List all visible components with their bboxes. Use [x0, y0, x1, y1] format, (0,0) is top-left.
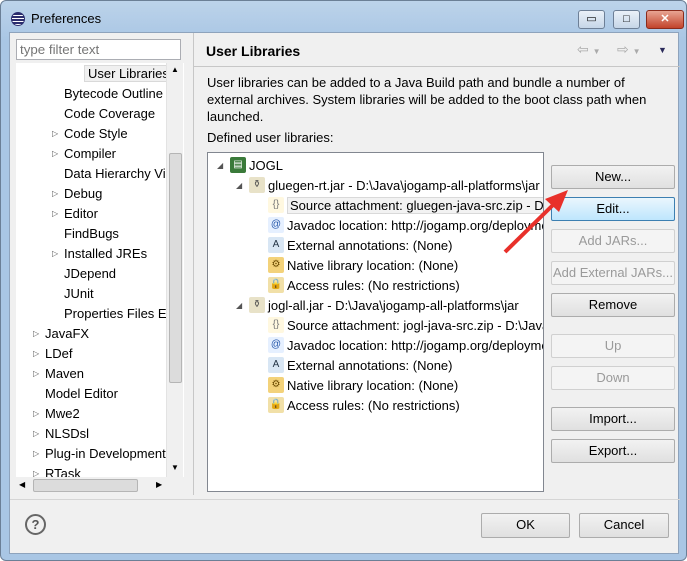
annotation-arrow [503, 190, 568, 254]
